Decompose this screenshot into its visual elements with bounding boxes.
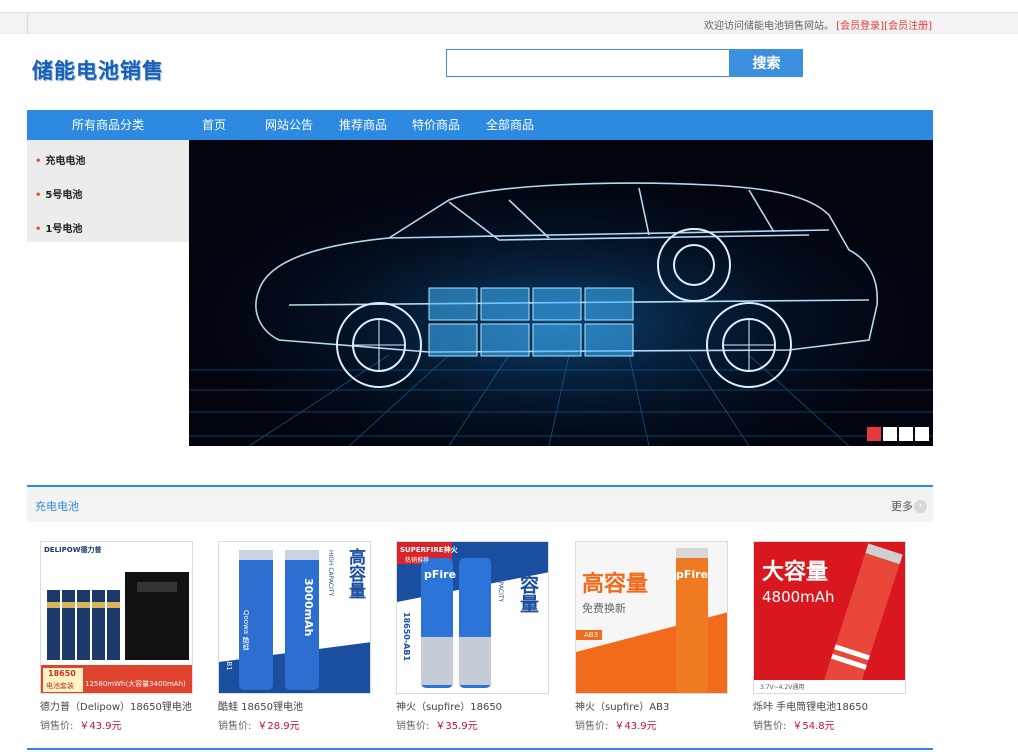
welcome-text: 欢迎访问储能电池销售网站。 <box>704 21 834 32</box>
category-item-aa[interactable]: • 5号电池 <box>35 186 82 201</box>
member-register-link[interactable]: [会员注册] <box>884 17 932 32</box>
product-image[interactable]: SUPERFIRE神火 热销推荐 pFire 高容量 HIGH CAPACITY… <box>396 541 549 694</box>
all-categories-label[interactable]: 所有商品分类 <box>27 110 189 140</box>
product-name[interactable]: 德力普（Delipow）18650锂电池 <box>40 698 194 713</box>
product-name[interactable]: 神火（supfire）AB3 <box>575 698 729 713</box>
price-label: 销售价: <box>396 721 430 732</box>
brand-text: Qoowa 酷蛙 <box>242 610 250 651</box>
product-name[interactable]: 酷蛙 18650锂电池 <box>218 698 372 713</box>
nav-recommended[interactable]: 推荐商品 <box>339 110 387 140</box>
headline-text: 高容量 <box>582 572 649 597</box>
product-card[interactable]: 高容量 免费换新 AB3 pFire 神火（supfire）AB3 销售价: ￥4… <box>575 541 729 732</box>
product-card[interactable]: Qoowa 酷蛙 3000mAh 高容量 HIGH CAPACITY 18650… <box>218 541 372 732</box>
price-value: ￥43.9元 <box>79 721 122 732</box>
top-bar: 欢迎访问储能电池销售网站。 [会员登录] [会员注册] <box>0 12 1018 34</box>
price-row: 销售价: ￥28.9元 <box>218 717 372 732</box>
banner-dot-1[interactable] <box>867 427 881 441</box>
brand-text: pFire <box>676 568 709 581</box>
section-title[interactable]: 充电电池 <box>35 498 79 514</box>
nav-specials[interactable]: 特价商品 <box>412 110 460 140</box>
headline-text: 高容量 <box>517 556 539 613</box>
supfire-ab3-image <box>576 542 727 693</box>
category-label: 5号电池 <box>45 190 83 201</box>
price-row: 销售价: ￥43.9元 <box>40 717 194 732</box>
member-login-link[interactable]: [会员登录] <box>836 17 884 32</box>
bullet-icon: • <box>35 190 42 201</box>
badge-text: 电池套装 <box>46 682 74 690</box>
section-header-rechargeable: 充电电池 更多 › <box>27 485 933 522</box>
product-name[interactable]: 神火（supfire）18650 <box>396 698 550 713</box>
main-nav: 所有商品分类 首页 网站公告 推荐商品 特价商品 全部商品 <box>27 110 933 140</box>
price-value: ￥35.9元 <box>435 721 478 732</box>
subtitle-text: HIGH CAPACITY <box>327 550 334 597</box>
price-value: ￥43.9元 <box>614 721 657 732</box>
next-section-border <box>27 748 933 750</box>
price-row: 销售价: ￥54.8元 <box>753 717 907 732</box>
product-image[interactable]: 高容量 免费换新 AB3 pFire <box>575 541 728 694</box>
category-item-rechargeable[interactable]: • 充电电池 <box>35 152 85 167</box>
category-label: 1号电池 <box>45 224 83 235</box>
product-card[interactable]: 大容量 4800mAh 3.7V~4.2V通用 烁咔 手电筒锂电池18650 销… <box>753 541 907 732</box>
product-image[interactable]: Qoowa 酷蛙 3000mAh 高容量 HIGH CAPACITY 18650… <box>218 541 371 694</box>
bullet-icon: • <box>35 156 42 167</box>
product-name[interactable]: 烁咔 手电筒锂电池18650 <box>753 698 907 713</box>
product-image[interactable]: 大容量 4800mAh 3.7V~4.2V通用 <box>753 541 906 694</box>
category-sidebar: • 充电电池 • 5号电池 • 1号电池 <box>27 140 189 242</box>
price-row: 销售价: ￥43.9元 <box>575 717 729 732</box>
brand-text: DELIPOW德力普 <box>44 546 102 554</box>
banner-pager <box>867 427 929 441</box>
site-logo[interactable]: 储能电池销售 <box>32 55 164 85</box>
capacity-text: 12580mWh(大容量3400mAh) <box>85 680 186 688</box>
category-label: 充电电池 <box>45 156 86 167</box>
category-item-d[interactable]: • 1号电池 <box>35 220 82 235</box>
subtitle-text: 免费换新 <box>582 602 626 615</box>
search-input[interactable] <box>446 49 730 77</box>
model-text: 18650-AB1 <box>402 612 411 662</box>
nav-home[interactable]: 首页 <box>202 110 226 140</box>
top-bar-divider <box>27 13 28 34</box>
more-link[interactable]: 更多 <box>891 498 913 514</box>
headline-text: 高容量 <box>345 548 365 599</box>
subtitle-text: HIGH CAPACITY <box>497 556 504 603</box>
banner-dot-3[interactable] <box>899 427 913 441</box>
capacity-text: 3000mAh <box>302 578 315 637</box>
product-card[interactable]: DELIPOW德力普 18650 电池套装 12580mWh(大容量3400mA… <box>40 541 194 732</box>
hero-banner[interactable] <box>189 140 933 446</box>
price-label: 销售价: <box>575 721 609 732</box>
price-row: 销售价: ￥35.9元 <box>396 717 550 732</box>
model-badge-text: AB3 <box>584 631 599 639</box>
product-image[interactable]: DELIPOW德力普 18650 电池套装 12580mWh(大容量3400mA… <box>40 541 193 694</box>
voltage-text: 3.7V~4.2V通用 <box>760 684 805 691</box>
brand-badge-text: SUPERFIRE神火 <box>400 546 458 554</box>
brand-text: pFire <box>424 568 457 581</box>
badge-text: 热销推荐 <box>405 557 430 564</box>
badge-text: 18650 <box>48 669 76 678</box>
banner-dot-2[interactable] <box>883 427 897 441</box>
search-button[interactable]: 搜索 <box>730 49 803 77</box>
capacity-text: 4800mAh <box>762 588 835 606</box>
price-value: ￥54.8元 <box>792 721 835 732</box>
nav-announcements[interactable]: 网站公告 <box>265 110 313 140</box>
banner-dot-4[interactable] <box>915 427 929 441</box>
chevron-right-icon[interactable]: › <box>914 500 927 513</box>
price-label: 销售价: <box>40 721 74 732</box>
price-label: 销售价: <box>753 721 787 732</box>
product-card[interactable]: SUPERFIRE神火 热销推荐 pFire 高容量 HIGH CAPACITY… <box>396 541 550 732</box>
bullet-icon: • <box>35 224 42 235</box>
banner-car-illustration <box>189 140 933 446</box>
price-value: ￥28.9元 <box>257 721 300 732</box>
headline-text: 大容量 <box>762 560 829 585</box>
nav-all-products[interactable]: 全部商品 <box>486 110 534 140</box>
model-text: 18650-AB1 <box>225 632 233 671</box>
price-label: 销售价: <box>218 721 252 732</box>
